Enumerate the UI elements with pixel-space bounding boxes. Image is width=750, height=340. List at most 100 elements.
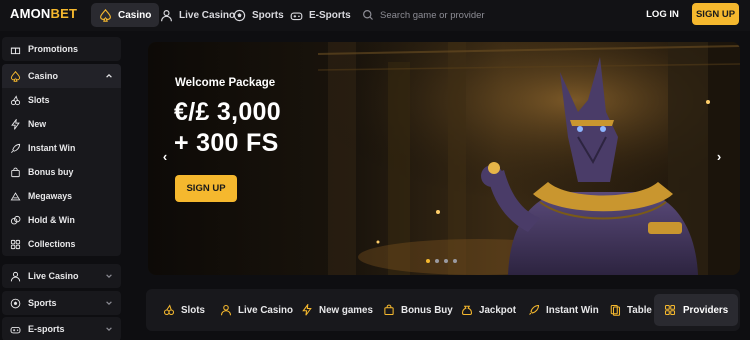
grid-icon <box>10 239 21 249</box>
category-label: Instant Win <box>546 304 599 316</box>
sidebar-item-casino[interactable]: Casino <box>2 64 121 88</box>
login-button[interactable]: LOG IN <box>640 3 685 25</box>
sidebar-sports-block: Sports <box>2 291 121 315</box>
coins-icon <box>10 215 21 224</box>
sidebar-item-label: E-sports <box>28 324 65 334</box>
sidebar-item-instant-win[interactable]: Instant Win <box>2 136 121 160</box>
dealer-icon <box>10 271 21 281</box>
category-live-casino[interactable]: Live Casino <box>220 301 293 319</box>
sidebar-item-label: Hold & Win <box>28 215 75 225</box>
sidebar-item-slots[interactable]: Slots <box>2 88 121 112</box>
rocket-icon <box>529 304 540 315</box>
gamepad-icon <box>10 326 21 333</box>
banner-signup-button[interactable]: SIGN UP <box>175 175 237 202</box>
category-label: Jackpot <box>479 304 517 316</box>
nav-casino[interactable]: Casino <box>91 3 160 27</box>
shopping-bag-icon <box>384 304 394 316</box>
banner-headline-amount: €/£ 3,000 <box>174 98 281 126</box>
chevron-down-icon[interactable] <box>105 272 113 280</box>
lightning-icon <box>302 304 312 316</box>
search-placeholder: Search game or provider <box>380 9 485 21</box>
nav-casino-label: Casino <box>118 9 152 21</box>
pagination-dot-active[interactable] <box>426 259 430 263</box>
category-label: Table <box>627 304 652 316</box>
banner-prev-arrow-icon[interactable]: ‹ <box>158 150 172 164</box>
sidebar-item-label: New <box>28 119 47 129</box>
shopping-bag-icon <box>11 167 20 177</box>
sidebar-item-label: Bonus buy <box>28 167 74 177</box>
sidebar-item-sports[interactable]: Sports <box>2 291 121 315</box>
dealer-icon <box>161 9 172 21</box>
nav-esports-label: E-Sports <box>309 9 351 21</box>
money-bag-icon <box>461 305 473 316</box>
banner-headline-freespins: + 300 FS <box>174 129 279 157</box>
sidebar-live-casino-block: Live Casino <box>2 264 121 288</box>
sidebar-item-label: Slots <box>28 95 50 105</box>
sidebar-item-live-casino[interactable]: Live Casino <box>2 264 121 288</box>
search-input[interactable]: Search game or provider <box>362 5 485 25</box>
gift-icon <box>10 47 21 54</box>
sidebar-item-collections[interactable]: Collections <box>2 232 121 256</box>
category-providers[interactable]: Providers <box>654 294 738 326</box>
category-table[interactable]: Table <box>609 301 652 319</box>
cherries-icon <box>163 304 175 316</box>
pagination-dot[interactable] <box>435 259 439 263</box>
sidebar-item-new[interactable]: New <box>2 112 121 136</box>
cards-icon <box>610 304 621 316</box>
sidebar-item-hold-and-win[interactable]: Hold & Win <box>2 208 121 232</box>
spade-icon <box>100 8 111 22</box>
search-icon <box>363 10 373 20</box>
category-bar: Slots Live Casino New games Bonus Buy Ja… <box>146 289 740 331</box>
cherries-icon <box>10 94 21 105</box>
logo[interactable]: AMONBET <box>10 6 77 21</box>
chevron-up-icon[interactable] <box>105 72 113 80</box>
sidebar-item-label: Sports <box>28 298 57 308</box>
rocket-icon <box>11 143 21 153</box>
category-slots[interactable]: Slots <box>163 301 205 319</box>
sidebar-item-label: Instant Win <box>28 143 76 153</box>
chevron-down-icon[interactable] <box>105 325 113 333</box>
top-header: AMONBET Casino Live Casino Sports E-Spor… <box>0 0 750 31</box>
sidebar-item-label: Promotions <box>28 44 79 54</box>
dealer-icon <box>220 304 232 316</box>
logo-text-primary: AMON <box>10 6 51 21</box>
sidebar-item-bonus-buy[interactable]: Bonus buy <box>2 160 121 184</box>
banner-subtitle: Welcome Package <box>175 77 276 89</box>
category-new-games[interactable]: New games <box>301 301 373 319</box>
promo-banner[interactable]: Welcome Package €/£ 3,000 + 300 FS SIGN … <box>148 42 740 275</box>
sidebar-item-label: Megaways <box>28 191 73 201</box>
category-label: Live Casino <box>238 304 293 316</box>
pagination-dot[interactable] <box>453 259 457 263</box>
soccer-ball-icon <box>233 9 246 21</box>
sidebar-promotions-block: Promotions <box>2 37 121 61</box>
sidebar-item-label: Casino <box>28 71 59 81</box>
category-label: Slots <box>181 304 205 316</box>
chevron-down-icon[interactable] <box>105 299 113 307</box>
sidebar-item-label: Collections <box>28 239 76 249</box>
category-bonus-buy[interactable]: Bonus Buy <box>383 301 453 319</box>
sidebar-item-label: Live Casino <box>28 271 79 281</box>
sidebar-item-esports[interactable]: E-sports <box>2 317 121 340</box>
soccer-ball-icon <box>10 298 21 308</box>
megaways-icon <box>10 191 21 200</box>
banner-next-arrow-icon[interactable]: › <box>712 150 726 164</box>
category-jackpot[interactable]: Jackpot <box>461 301 516 319</box>
category-label: Providers <box>683 304 729 316</box>
gamepad-icon <box>290 11 303 20</box>
grid-icon <box>664 304 676 316</box>
nav-esports[interactable]: E-Sports <box>282 3 359 27</box>
lightning-icon <box>11 118 20 130</box>
sidebar-item-promotions[interactable]: Promotions <box>2 37 121 61</box>
signup-button[interactable]: SIGN UP <box>692 3 739 25</box>
pagination-dot[interactable] <box>444 259 448 263</box>
sidebar: Promotions Casino Slots New Instant Win … <box>0 31 128 340</box>
banner-pagination <box>426 259 457 263</box>
spade-icon <box>10 70 21 82</box>
sidebar-esports-block: E-sports <box>2 317 121 340</box>
category-label: Bonus Buy <box>401 304 453 316</box>
sidebar-casino-block: Casino Slots New Instant Win Bonus buy M… <box>2 64 121 256</box>
logo-text-accent: BET <box>50 6 78 21</box>
sidebar-item-megaways[interactable]: Megaways <box>2 184 121 208</box>
nav-sports-label: Sports <box>252 9 284 21</box>
category-instant-win[interactable]: Instant Win <box>528 301 599 319</box>
